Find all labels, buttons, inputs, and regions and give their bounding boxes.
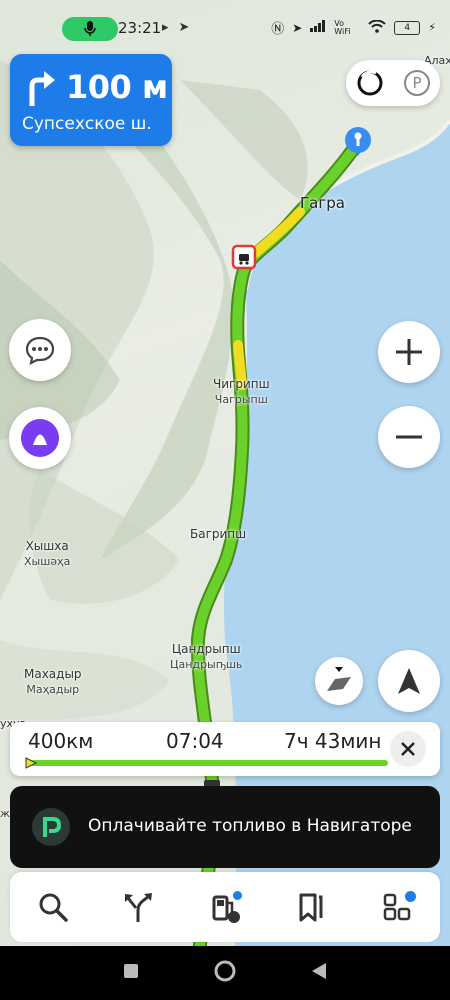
notification-dot [405, 891, 416, 902]
route-fork-icon [125, 893, 152, 922]
minus-icon [396, 435, 422, 439]
status-bar: 23:21 ▸ ➤ Ⓝ ➤ Vo WiFi 4 ⚡ [0, 0, 450, 44]
circle-layers-icon [357, 70, 382, 96]
place-label: Махадыр Маҳадыр [24, 667, 82, 696]
maneuver-card[interactable]: 100 м Супсехское ш. [10, 54, 172, 146]
parking-icon: P [403, 70, 430, 96]
route-distance: 400км [28, 729, 94, 753]
home-circle-icon [214, 960, 236, 982]
place-label: Гагра [300, 194, 345, 212]
alice-icon [21, 419, 59, 457]
my-location-button[interactable] [378, 650, 440, 712]
back-triangle-icon [312, 963, 326, 979]
plus-icon [396, 339, 422, 365]
traffic-camera-icon [231, 244, 257, 270]
compass-icon [327, 667, 351, 691]
signal-icon [310, 20, 326, 35]
place-label: Чигрипш Чагрыпш [213, 377, 270, 406]
status-time: 23:21 [118, 19, 162, 37]
location-icon: ➤ [292, 20, 303, 35]
fuel-button[interactable] [195, 877, 255, 937]
parking-button[interactable]: P [397, 63, 437, 103]
battery-icon: 4 [394, 20, 421, 35]
bookmarks-icon [299, 893, 323, 922]
route-duration: 7ч 43мин [284, 729, 382, 753]
svg-text:P: P [412, 74, 421, 92]
nfc-icon: Ⓝ [271, 22, 285, 37]
route-summary-panel[interactable]: 400км 07:04 7ч 43мин [10, 722, 440, 776]
arrival-time: 07:04 [166, 729, 224, 753]
back-button[interactable] [311, 962, 327, 984]
close-icon [401, 742, 415, 756]
place-label: Хышха Хышәҳа [24, 539, 71, 568]
home-button[interactable] [213, 959, 237, 987]
fuel-payment-banner[interactable]: Оплачивайте топливо в Навигаторе [10, 786, 440, 868]
vowifi-label: Vo WiFi [334, 18, 351, 36]
navigation-icon: ➤ [178, 20, 190, 35]
zoom-in-button[interactable] [378, 321, 440, 383]
recents-square-icon [124, 964, 138, 978]
place-label: Багрипш [190, 527, 247, 541]
route-button[interactable] [109, 877, 169, 937]
search-icon [39, 893, 68, 922]
microphone-active-icon [62, 17, 118, 41]
wifi-icon [368, 19, 386, 36]
notification-dot [233, 891, 242, 900]
services-button[interactable] [367, 877, 427, 937]
close-route-button[interactable] [390, 731, 426, 767]
layers-button[interactable] [350, 63, 390, 103]
system-navigation-bar [0, 946, 450, 1000]
alice-assistant-button[interactable] [9, 407, 71, 469]
search-button[interactable] [23, 877, 83, 937]
zoom-out-button[interactable] [378, 406, 440, 468]
recents-button[interactable] [123, 963, 139, 983]
route-traffic-bar [30, 760, 388, 766]
route-start-marker-icon [25, 757, 38, 769]
compass-button[interactable] [315, 657, 363, 705]
chat-bubble-icon [25, 336, 55, 365]
charging-icon: ⚡ [428, 21, 436, 34]
maneuver-street: Супсехское ш. [22, 114, 152, 134]
place-label-edge: ж [0, 807, 10, 820]
bookmarks-button[interactable] [281, 877, 341, 937]
bottom-toolbar [10, 872, 440, 942]
maneuver-distance: 100 м [66, 68, 168, 106]
map-layers-control: P [346, 60, 440, 106]
place-label: Цандрыпш Цандрыҧшь [170, 642, 243, 671]
turn-right-arrow-icon [29, 71, 55, 106]
navigation-arrow-icon [398, 668, 420, 694]
fuel-logo-icon [32, 808, 70, 846]
cast-icon: ▸ [162, 20, 169, 35]
chat-button[interactable] [9, 319, 71, 381]
banner-text: Оплачивайте топливо в Навигаторе [88, 816, 412, 836]
